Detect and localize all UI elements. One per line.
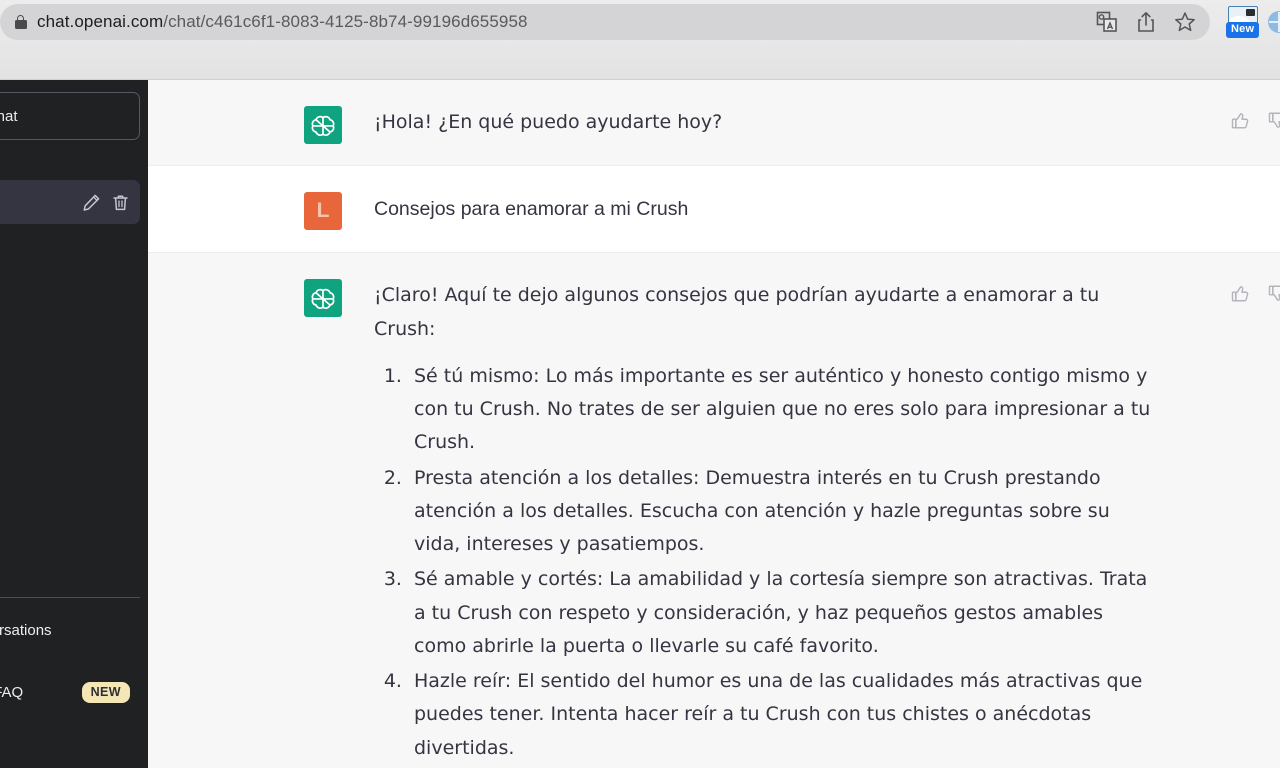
list-item: Hazle reír: El sentido del humor es una … xyxy=(408,665,1160,765)
message-row: L Consejos para enamorar a mi Crush xyxy=(148,166,1280,254)
translate-icon[interactable] xyxy=(1096,11,1118,33)
bookmark-star-icon[interactable] xyxy=(1174,11,1196,33)
list-item: Sé tú mismo: Lo más importante es ser au… xyxy=(408,360,1160,460)
thumbs-down-icon[interactable] xyxy=(1267,283,1280,304)
extension-new-badge: New xyxy=(1226,22,1260,38)
message-paragraph: Consejos para enamorar a mi Crush xyxy=(374,198,689,221)
message-text: Consejos para enamorar a mi Crush xyxy=(374,192,688,226)
extension-icons: New xyxy=(1226,2,1280,42)
message-text: ¡Hola! ¿En qué puedo ayudarte hoy? xyxy=(374,106,722,139)
thumbs-up-icon[interactable] xyxy=(1230,110,1251,131)
list-item: Sé amable y cortés: La amabilidad y la c… xyxy=(408,563,1160,663)
list-item: Presta atención a los detalles: Demuestr… xyxy=(408,462,1160,562)
sidebar-chat-title: ayudo? xyxy=(0,194,74,211)
share-icon[interactable] xyxy=(1136,11,1156,33)
openai-logo-icon xyxy=(304,279,342,318)
message-paragraph: ¡Hola! ¿En qué puedo ayudarte hoy? xyxy=(374,111,723,133)
browser-chrome: chat.openai.com/chat/c461c6f1-8083-4125-… xyxy=(0,0,1280,80)
message-feedback-actions xyxy=(1230,283,1280,304)
advice-list: Sé tú mismo: Lo más importante es ser au… xyxy=(374,360,1160,765)
pencil-icon[interactable] xyxy=(82,193,101,212)
omnibox-actions xyxy=(1096,4,1196,40)
lock-icon xyxy=(14,14,27,30)
url-path: /chat/c461c6f1-8083-4125-8b74-99196d6559… xyxy=(163,12,528,31)
sidebar-divider xyxy=(0,597,140,598)
screenshot-extension-icon[interactable]: New xyxy=(1226,6,1260,38)
new-chat-button[interactable]: New chat xyxy=(0,92,140,140)
trash-icon[interactable] xyxy=(111,193,130,212)
sidebar-item-updates[interactable]: Updates & FAQ NEW xyxy=(0,672,142,712)
clear-conversations-label: Clear conversations xyxy=(0,621,52,639)
conversation-thread: ¡Hola! ¿En qué puedo ayudarte hoy? L Con… xyxy=(148,80,1280,768)
updates-new-badge: NEW xyxy=(81,681,130,703)
sidebar-chat-item[interactable]: ayudo? xyxy=(0,180,140,224)
message-text: ¡Claro! Aquí te dejo algunos consejos qu… xyxy=(374,279,1160,767)
url-text: chat.openai.com/chat/c461c6f1-8083-4125-… xyxy=(37,12,528,32)
avatar: L xyxy=(304,192,342,231)
chatgpt-app: New chat ayudo? xyxy=(0,80,1280,768)
openai-logo-icon xyxy=(304,106,342,144)
message-paragraph: ¡Claro! Aquí te dejo algunos consejos qu… xyxy=(374,284,1100,340)
sidebar: New chat ayudo? xyxy=(0,80,148,768)
message-row: ¡Claro! Aquí te dejo algunos consejos qu… xyxy=(148,253,1280,768)
sidebar-chat-actions xyxy=(82,193,130,212)
new-chat-label: New chat xyxy=(0,107,18,125)
url-host: chat.openai.com xyxy=(37,12,164,31)
message-feedback-actions xyxy=(1230,110,1280,131)
globe-extension-icon[interactable] xyxy=(1268,11,1280,33)
sidebar-item-clear-conversations[interactable]: Clear conversations xyxy=(0,610,142,650)
updates-label: Updates & FAQ xyxy=(0,683,24,701)
thumbs-up-icon[interactable] xyxy=(1230,283,1251,304)
message-row: ¡Hola! ¿En qué puedo ayudarte hoy? xyxy=(148,80,1280,167)
address-bar[interactable]: chat.openai.com/chat/c461c6f1-8083-4125-… xyxy=(0,4,1210,40)
thumbs-down-icon[interactable] xyxy=(1267,110,1280,131)
